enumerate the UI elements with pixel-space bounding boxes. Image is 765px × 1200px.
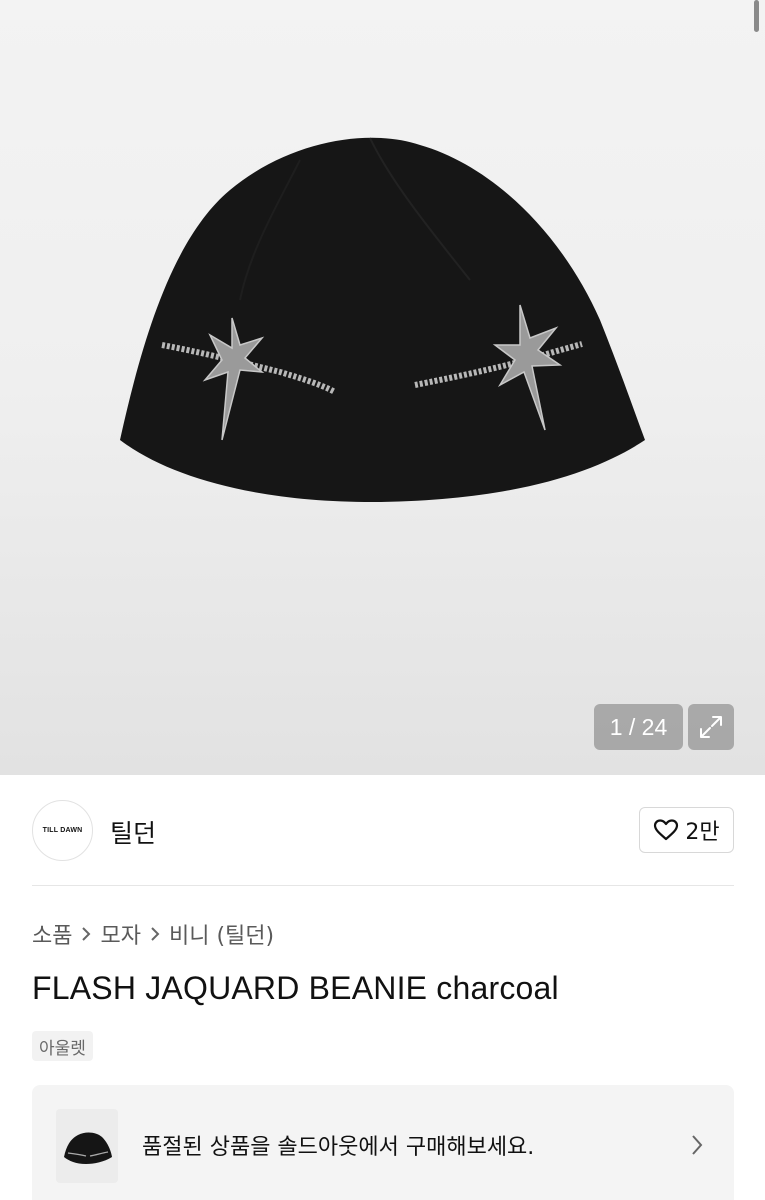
divider [32, 885, 734, 886]
heart-icon [654, 819, 679, 841]
chevron-right-icon [149, 926, 161, 942]
chevron-right-icon [80, 926, 92, 942]
product-image-gallery[interactable]: 1 / 24 [0, 0, 765, 775]
like-count: 2만 [685, 820, 720, 845]
breadcrumb: 소품 모자 비니 (틸던) [32, 918, 274, 950]
chevron-right-icon [690, 1133, 704, 1161]
brand-name[interactable]: 틸던 [110, 814, 156, 850]
image-counter: 1 / 24 [594, 704, 683, 750]
outlet-badge: 아울렛 [32, 1031, 93, 1061]
like-button[interactable]: 2만 [639, 807, 734, 853]
brand-logo-text: TILL DAWN [42, 827, 83, 834]
breadcrumb-item-beanie[interactable]: 비니 (틸던) [169, 918, 274, 950]
breadcrumb-item-accessories[interactable]: 소품 [32, 918, 72, 950]
expand-icon [700, 716, 722, 738]
soldout-banner[interactable]: 품절된 상품을 솔드아웃에서 구매해보세요. [32, 1085, 734, 1200]
soldout-text: 품절된 상품을 솔드아웃에서 구매해보세요. [142, 1135, 535, 1160]
soldout-thumbnail [56, 1109, 118, 1183]
product-image-beanie [120, 137, 645, 503]
breadcrumb-item-hats[interactable]: 모자 [100, 918, 140, 950]
brand-logo[interactable]: TILL DAWN [32, 800, 93, 861]
expand-image-button[interactable] [688, 704, 734, 750]
brand-row: TILL DAWN 틸던 2만 [32, 800, 734, 862]
product-title: FLASH JAQUARD BEANIE charcoal [32, 970, 559, 1006]
scrollbar[interactable] [754, 0, 759, 32]
